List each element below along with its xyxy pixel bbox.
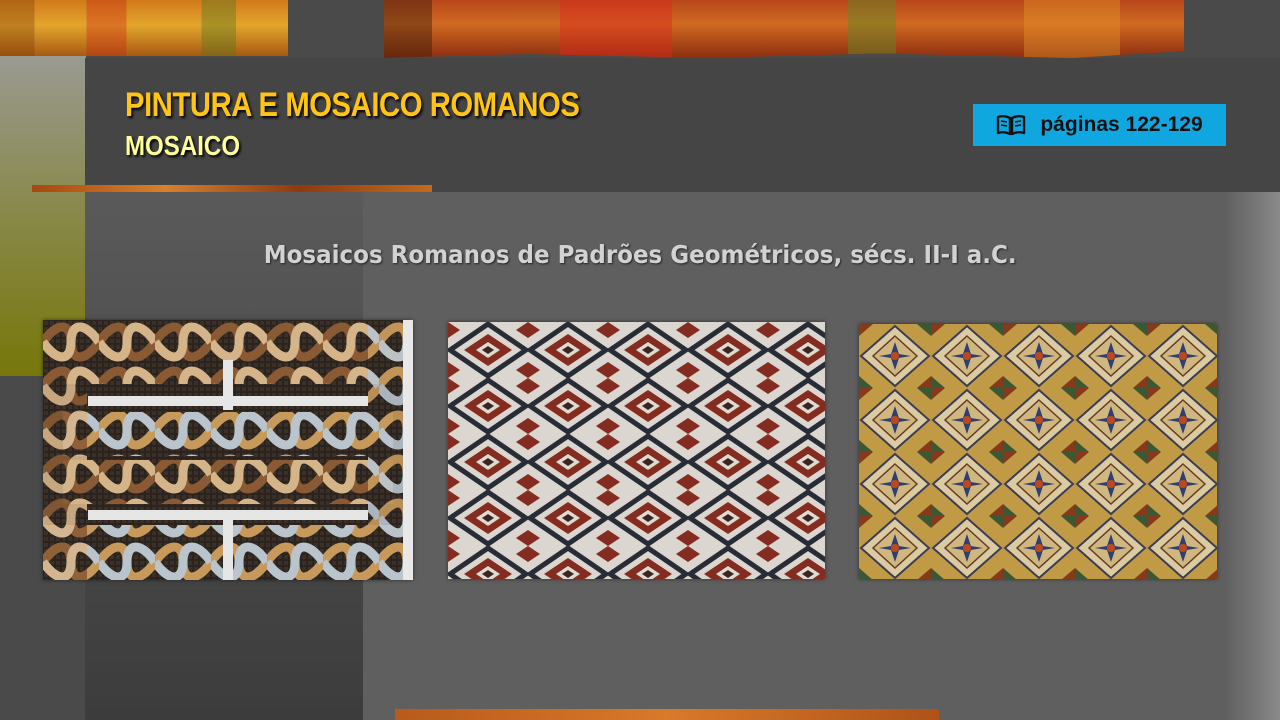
bottom-accent-strip xyxy=(395,709,939,720)
mosaic-photo-floral-diamonds xyxy=(859,324,1217,579)
decorative-texture-strip xyxy=(0,0,288,56)
book-icon xyxy=(996,114,1026,136)
mosaic-photo-lozenges xyxy=(448,322,825,579)
slide-subtitle: MOSAICO xyxy=(125,130,241,161)
mosaic-photo-braid xyxy=(43,320,413,580)
pages-badge: páginas 122-129 xyxy=(973,104,1226,146)
decorative-texture-strip xyxy=(384,0,1184,58)
slide-title: PINTURA E MOSAICO ROMANOS xyxy=(125,86,580,124)
slide-caption-text: Mosaicos Romanos de Padrões Geométricos,… xyxy=(263,240,1017,269)
pages-badge-label: páginas 122-129 xyxy=(1040,113,1203,136)
slide-caption: Mosaicos Romanos de Padrões Geométricos,… xyxy=(0,240,1280,269)
header-accent-strip xyxy=(32,185,432,192)
